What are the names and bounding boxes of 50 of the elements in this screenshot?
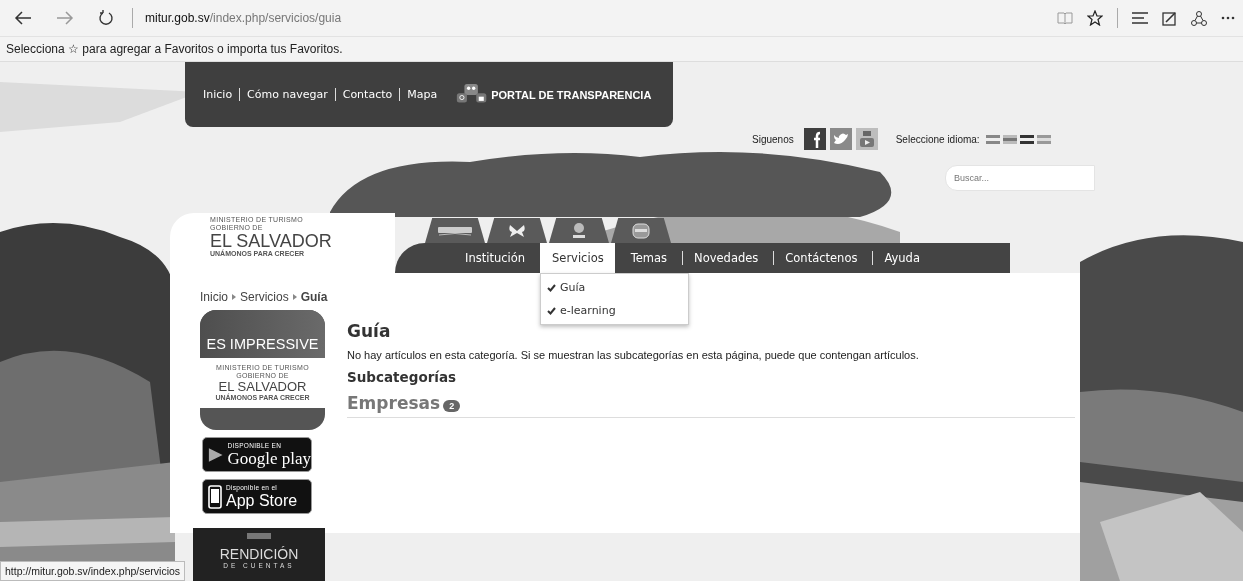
- video-icon[interactable]: [855, 128, 878, 150]
- category-link[interactable]: Empresas: [347, 392, 441, 414]
- note-icon[interactable]: [1162, 10, 1177, 26]
- back-icon[interactable]: [14, 11, 32, 25]
- address-bar[interactable]: mitur.gob.sv/index.php/servicios/guia: [145, 11, 342, 25]
- nav-item[interactable]: Ayuda: [872, 243, 931, 273]
- top-nav-link[interactable]: Mapa: [399, 88, 445, 101]
- count-badge: 2: [443, 399, 461, 412]
- breadcrumb-item: Guía: [300, 290, 328, 304]
- badge-icon: [631, 221, 651, 240]
- facebook-icon[interactable]: [803, 128, 826, 150]
- site-tab[interactable]: [549, 218, 609, 243]
- hub-icon[interactable]: [1132, 12, 1148, 24]
- nav-item[interactable]: Contáctenos: [773, 243, 869, 273]
- search-field[interactable]: Buscar...: [945, 165, 1095, 191]
- share-icon[interactable]: [1191, 10, 1207, 26]
- flag-icon[interactable]: [1019, 134, 1034, 144]
- check-icon: [547, 283, 556, 292]
- check-icon: [547, 306, 556, 315]
- star-icon[interactable]: [1087, 10, 1103, 26]
- nav-item[interactable]: Institución: [453, 243, 536, 273]
- favorites-hint: Selecciona ☆ para agregar a Favoritos o importa tus Favoritos.: [6, 42, 343, 56]
- follow-label: Siguenos: [752, 133, 794, 145]
- butterfly-icon: [508, 222, 526, 239]
- site-tab[interactable]: [425, 218, 485, 243]
- breadcrumb-item[interactable]: Servicios: [240, 290, 289, 304]
- site-tab[interactable]: [487, 218, 547, 243]
- breadcrumb-arrow-icon: [232, 294, 236, 300]
- top-nav-link[interactable]: Inicio: [203, 88, 240, 101]
- section-heading: Subcategorías: [347, 368, 458, 386]
- forward-icon[interactable]: [56, 11, 74, 25]
- breadcrumb-arrow-icon: [292, 294, 297, 300]
- emblem-icon: [437, 224, 473, 237]
- play-icon: [208, 445, 224, 464]
- seal-icon: [571, 221, 587, 240]
- top-nav-link[interactable]: Cómo navegar: [239, 88, 335, 101]
- info-message: No hay artículos en esta categoría. Si se muestran las subcategorías en esta página, puede que contengan artículos.: [347, 348, 920, 362]
- status-url: http://mitur.gob.sv/index.php/servicios: [0, 561, 186, 581]
- more-icon[interactable]: [1221, 16, 1235, 20]
- site-tab[interactable]: [611, 218, 671, 243]
- page-title: Guía: [347, 320, 392, 342]
- breadcrumb-item[interactable]: Inicio: [200, 290, 228, 304]
- emblem-icon: [246, 532, 272, 540]
- language-label: Seleccione idioma:: [895, 133, 980, 145]
- nav-item[interactable]: Temas: [618, 243, 679, 273]
- phone-icon: [208, 484, 222, 509]
- refresh-icon[interactable]: [98, 10, 114, 26]
- top-nav-link[interactable]: Contacto: [334, 88, 400, 101]
- nav-item[interactable]: Novedades: [682, 243, 770, 273]
- portal-link[interactable]: PORTAL DE TRANSPARENCIA: [491, 88, 652, 101]
